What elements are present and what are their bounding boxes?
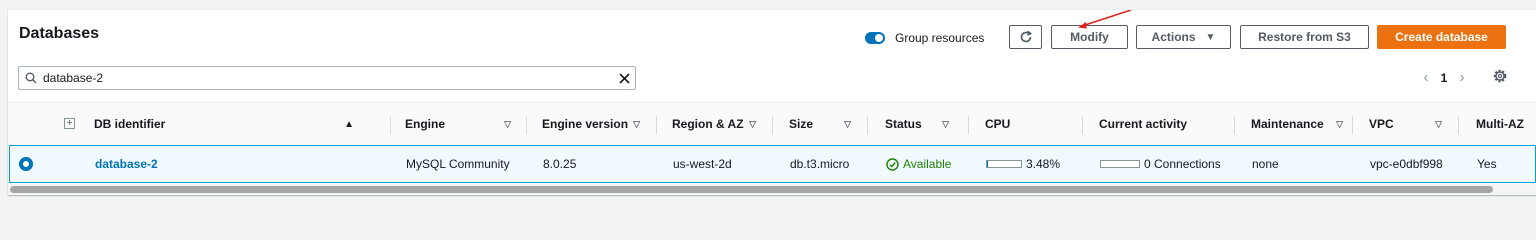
col-engine-version-label: Engine version: [542, 117, 629, 131]
page-title: Databases: [19, 25, 100, 42]
col-status-label: Status: [885, 117, 922, 131]
clear-icon[interactable]: [613, 72, 635, 84]
sort-icon: ▽: [633, 118, 640, 129]
col-current-activity: Current activity: [1099, 103, 1219, 145]
check-circle-icon: [886, 157, 899, 171]
column-divider: [968, 116, 969, 134]
row-select-radio[interactable]: [19, 157, 33, 171]
pagination: ‹ 1 ›: [1414, 69, 1474, 86]
column-divider: [1352, 116, 1353, 134]
actions-button[interactable]: Actions ▼: [1136, 25, 1231, 49]
group-resources-label: Group resources: [895, 31, 985, 45]
cpu-text: 3.48%: [1026, 157, 1061, 171]
expand-icon[interactable]: +: [64, 118, 75, 129]
create-database-button[interactable]: Create database: [1377, 25, 1506, 49]
col-vpc-label: VPC: [1369, 117, 1394, 131]
col-engine-label: Engine: [405, 117, 446, 131]
col-maintenance[interactable]: Maintenance ▽: [1251, 103, 1343, 145]
sort-icon: ▽: [1336, 118, 1343, 129]
refresh-button[interactable]: [1009, 25, 1042, 49]
size-cell: db.t3.micro: [790, 157, 850, 171]
toggle-knob: [875, 34, 883, 42]
cpu-cell: 3.48%: [986, 146, 1060, 182]
col-db-identifier-label: DB identifier: [94, 117, 166, 131]
col-region-az[interactable]: Region & AZ ▽: [672, 103, 756, 145]
engine-cell: MySQL Community: [406, 157, 510, 171]
col-engine[interactable]: Engine ▽: [405, 103, 511, 145]
current-page[interactable]: 1: [1438, 71, 1450, 85]
col-maintenance-label: Maintenance: [1251, 117, 1324, 131]
caret-down-icon: ▼: [1205, 31, 1216, 43]
engine-version-cell: 8.0.25: [543, 157, 577, 171]
vpc-cell: vpc-e0dbf998: [1370, 157, 1443, 171]
col-current-activity-label: Current activity: [1099, 117, 1188, 131]
col-db-identifier[interactable]: DB identifier ▲: [94, 103, 354, 145]
col-cpu: CPU: [985, 103, 1065, 145]
column-divider: [1082, 116, 1083, 134]
refresh-icon: [1020, 30, 1032, 43]
actions-label: Actions: [1151, 30, 1196, 44]
col-cpu-label: CPU: [985, 117, 1011, 131]
chevron-right-icon[interactable]: ›: [1450, 69, 1474, 86]
page: Databases Group resources Modify Actions…: [0, 0, 1536, 204]
search-input[interactable]: [43, 68, 613, 88]
status-text: Available: [903, 157, 952, 171]
col-vpc[interactable]: VPC ▽: [1369, 103, 1442, 145]
column-divider: [526, 116, 527, 134]
sort-icon: ▽: [844, 118, 851, 129]
col-engine-version[interactable]: Engine version ▽: [542, 103, 640, 145]
cpu-bar-fill: [987, 161, 989, 167]
column-divider: [772, 116, 773, 134]
current-activity-cell: 0 Connections: [1100, 146, 1221, 182]
sort-asc-icon: ▲: [344, 118, 354, 130]
toggle-switch[interactable]: [865, 32, 885, 44]
col-status[interactable]: Status ▽: [885, 103, 949, 145]
table-header: + DB identifier ▲ Engine ▽ Engine versio…: [8, 102, 1536, 146]
cpu-bar: [986, 160, 1022, 168]
column-divider: [867, 116, 868, 134]
sort-icon: ▽: [504, 118, 511, 129]
sort-icon: ▽: [942, 118, 949, 129]
modify-button[interactable]: Modify: [1051, 25, 1128, 49]
col-size[interactable]: Size ▽: [789, 103, 851, 145]
region-az-cell: us-west-2d: [673, 157, 732, 171]
col-multi-az[interactable]: Multi-AZ: [1476, 103, 1536, 145]
column-divider: [1234, 116, 1235, 134]
chevron-left-icon[interactable]: ‹: [1414, 69, 1438, 86]
activity-bar: [1100, 160, 1140, 168]
col-size-label: Size: [789, 117, 814, 131]
multi-az-cell: Yes: [1477, 157, 1497, 171]
db-identifier-link[interactable]: database-2: [95, 146, 158, 182]
horizontal-scrollbar[interactable]: [8, 184, 1536, 195]
column-divider: [656, 116, 657, 134]
current-activity-text: 0 Connections: [1144, 157, 1221, 171]
column-divider: [1458, 116, 1459, 134]
col-region-az-label: Region & AZ: [672, 117, 744, 131]
search-icon: [19, 72, 43, 84]
search-field[interactable]: [18, 66, 636, 90]
sort-icon: ▽: [749, 118, 756, 129]
group-resources-toggle[interactable]: Group resources: [865, 31, 984, 45]
table-row[interactable]: database-2 MySQL Community 8.0.25 us-wes…: [9, 145, 1536, 183]
scrollbar-thumb[interactable]: [10, 186, 1493, 193]
restore-from-s3-button[interactable]: Restore from S3: [1240, 25, 1369, 49]
sort-icon: ▽: [1435, 118, 1442, 129]
column-divider: [390, 116, 391, 134]
maintenance-cell: none: [1252, 157, 1279, 171]
col-multi-az-label: Multi-AZ: [1476, 117, 1524, 131]
status-cell: Available: [886, 146, 951, 182]
settings-icon[interactable]: [1492, 68, 1508, 89]
databases-panel: Databases Group resources Modify Actions…: [8, 9, 1536, 195]
